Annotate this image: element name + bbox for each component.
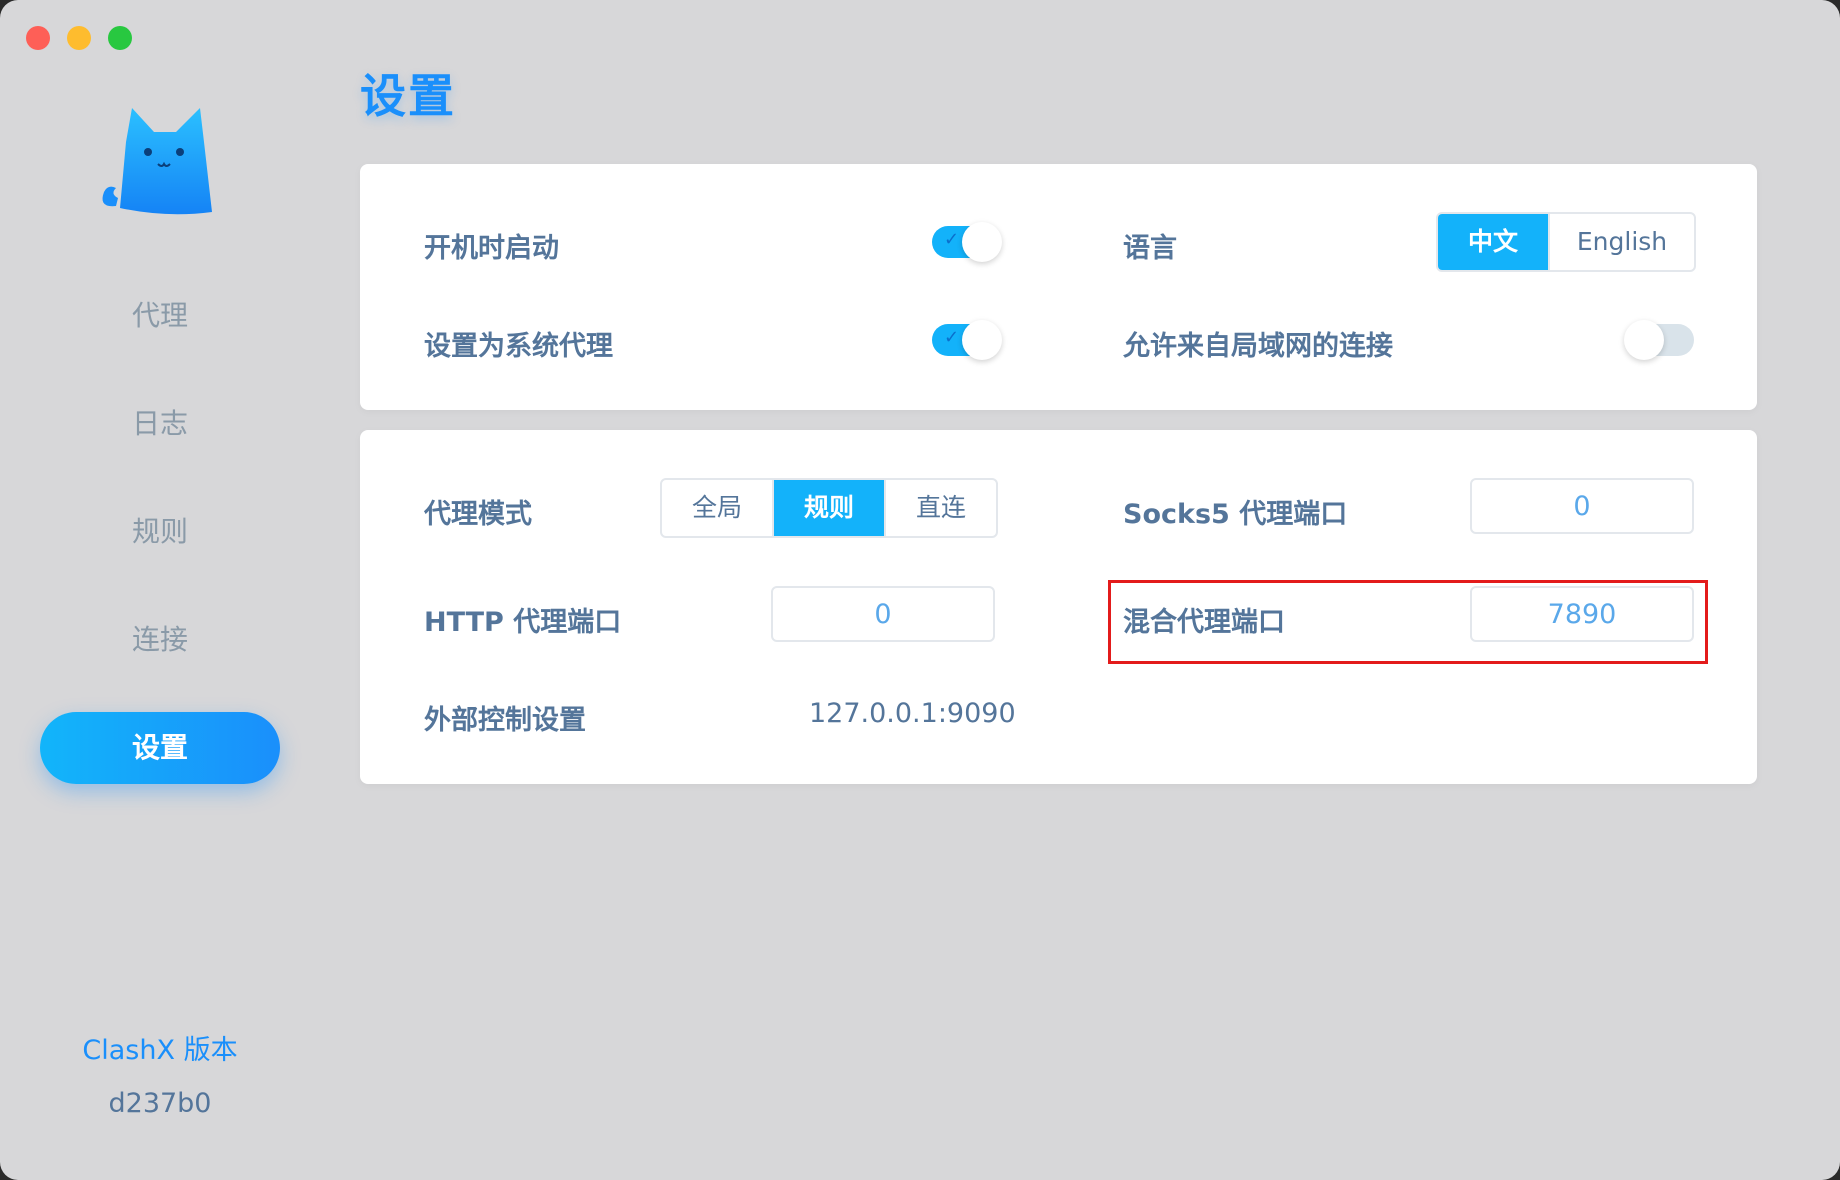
sidebar-item-proxy[interactable]: 代理 <box>40 280 280 352</box>
http-port-label: HTTP 代理端口 <box>424 607 622 638</box>
page-title: 设置 <box>360 69 456 123</box>
toggle-knob <box>1624 320 1664 360</box>
app-window: 代理 日志 规则 连接 设置 ClashX 版本 d237b0 设置 开机时启动… <box>0 0 1840 1180</box>
sidebar-item-connections[interactable]: 连接 <box>40 604 280 676</box>
proxy-mode-label: 代理模式 <box>424 499 532 530</box>
clashx-cat-logo-icon <box>102 108 212 215</box>
socks5-port-input[interactable] <box>1470 478 1694 534</box>
sidebar-item-rules[interactable]: 规则 <box>40 496 280 568</box>
check-icon: ✓ <box>944 229 960 250</box>
toggle-knob <box>962 320 1002 360</box>
system-proxy-label: 设置为系统代理 <box>424 331 613 362</box>
http-port-input[interactable] <box>771 586 995 642</box>
sidebar-item-logs[interactable]: 日志 <box>40 388 280 460</box>
general-settings-card: 开机时启动 ✓ 设置为系统代理 ✓ 语言 中文 English 允许来自局域网的… <box>360 164 1757 410</box>
mixed-port-label: 混合代理端口 <box>1123 607 1285 638</box>
language-label: 语言 <box>1123 233 1177 264</box>
external-controller-label: 外部控制设置 <box>424 705 586 736</box>
proxy-mode-segmented-control: 全局 规则 直连 <box>660 478 998 538</box>
language-segmented-control: 中文 English <box>1436 212 1696 272</box>
sidebar: 代理 日志 规则 连接 设置 ClashX 版本 d237b0 <box>0 0 320 1180</box>
language-option-english[interactable]: English <box>1550 214 1694 270</box>
proxy-mode-direct[interactable]: 直连 <box>886 480 996 536</box>
version-value: d237b0 <box>108 1088 212 1119</box>
start-at-login-label: 开机时启动 <box>424 233 559 264</box>
proxy-mode-rule[interactable]: 规则 <box>774 480 886 536</box>
start-at-login-toggle[interactable]: ✓ <box>932 222 1002 262</box>
sidebar-item-settings[interactable]: 设置 <box>40 712 280 784</box>
allow-lan-label: 允许来自局域网的连接 <box>1123 331 1393 362</box>
version-label: ClashX 版本 <box>82 1035 238 1066</box>
proxy-settings-card: 代理模式 全局 规则 直连 Socks5 代理端口 HTTP 代理端口 混合代理… <box>360 430 1757 784</box>
proxy-mode-global[interactable]: 全局 <box>662 480 774 536</box>
toggle-knob <box>962 222 1002 262</box>
language-option-chinese[interactable]: 中文 <box>1438 214 1550 270</box>
check-icon: ✓ <box>944 327 960 348</box>
socks5-port-label: Socks5 代理端口 <box>1123 499 1348 530</box>
system-proxy-toggle[interactable]: ✓ <box>932 320 1002 360</box>
mixed-port-input[interactable] <box>1470 586 1694 642</box>
external-controller-value: 127.0.0.1:9090 <box>809 698 1016 729</box>
allow-lan-toggle[interactable] <box>1624 320 1694 360</box>
